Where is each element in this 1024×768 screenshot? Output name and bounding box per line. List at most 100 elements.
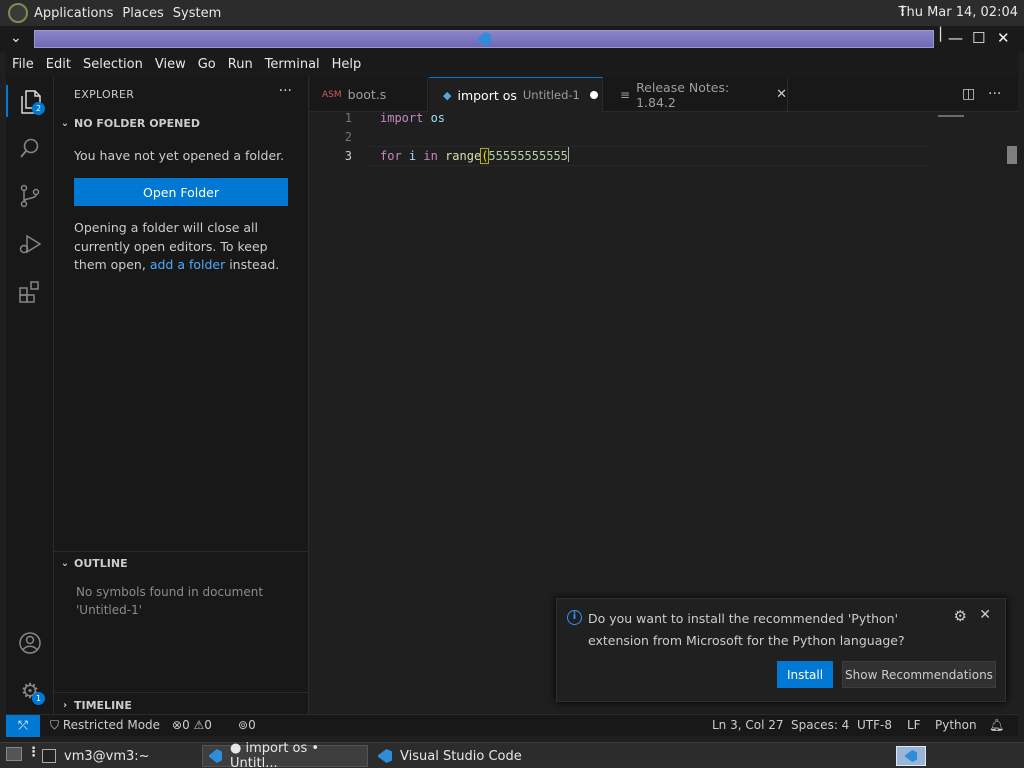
desktop: Applications Places System ⋮ Thu Mar 14,… <box>0 0 1024 768</box>
menu-selection[interactable]: Selection <box>77 57 149 72</box>
menu-run[interactable]: Run <box>222 57 259 72</box>
applications-menu[interactable]: Applications <box>34 6 113 21</box>
extension-recommendation-toast: i Do you want to install the recommended… <box>556 598 1006 702</box>
section-label: TIMELINE <box>74 698 132 712</box>
vscode-icon <box>378 749 392 763</box>
section-label: NO FOLDER OPENED <box>74 116 200 130</box>
more-actions-icon[interactable]: ··· <box>279 83 292 99</box>
explorer-badge: 2 <box>32 102 45 115</box>
taskbar-item-terminal[interactable]: vm3@vm3:~ <box>36 745 156 767</box>
dirty-indicator[interactable] <box>589 91 598 99</box>
minimap[interactable] <box>938 115 964 117</box>
activity-bar: 2 ⚙ 1 <box>6 77 54 714</box>
sidebar-title: EXPLORER <box>74 88 135 101</box>
menu-edit[interactable]: Edit <box>40 57 77 72</box>
extensions-icon[interactable] <box>17 279 43 305</box>
close-tab-icon[interactable]: ✕ <box>776 87 787 102</box>
menu-go[interactable]: Go <box>192 57 222 72</box>
tab-untitled-1[interactable]: ◆ import os Untitled-1 <box>429 77 603 112</box>
clock[interactable]: Thu Mar 14, 02:04 <box>899 5 1018 20</box>
title-separator: | <box>938 24 944 42</box>
account-icon[interactable] <box>17 630 43 656</box>
cursor-position[interactable]: Ln 3, Col 27 <box>712 718 784 732</box>
outline-section-header[interactable]: ⌄ OUTLINE <box>54 552 308 574</box>
taskbar: ⋮ vm3@vm3:~ ● import os • Untitl... Visu… <box>0 741 1024 768</box>
tab-boot-s[interactable]: ASM boot.s <box>310 77 428 112</box>
language-mode[interactable]: Python <box>935 718 977 732</box>
taskbar-label: vm3@vm3:~ <box>64 748 150 764</box>
keyword-token: for <box>380 149 402 163</box>
encoding-status[interactable]: UTF-8 <box>857 718 892 732</box>
chevron-down-icon: ⌄ <box>60 557 70 569</box>
tab-label: import os <box>457 87 517 103</box>
editor-more-actions-icon[interactable]: ··· <box>988 86 1001 102</box>
code-line-3[interactable]: 3 for i in range(55555555555 <box>310 147 930 166</box>
number-literal: 55555555555 <box>488 149 568 163</box>
problems-status[interactable]: ⊗0 ⚠0 <box>172 718 212 732</box>
open-folder-button[interactable]: Open Folder <box>74 178 288 206</box>
indentation-status[interactable]: Spaces: 4 <box>791 718 849 732</box>
menu-view[interactable]: View <box>149 57 192 72</box>
install-button[interactable]: Install <box>777 661 833 688</box>
text-cursor <box>567 147 569 162</box>
identifier-token: i <box>401 149 424 163</box>
workspace-switcher[interactable] <box>896 746 926 766</box>
python-file-icon: ◆ <box>443 88 452 102</box>
code-line-2[interactable]: 2 <box>310 128 930 147</box>
notifications-bell-icon[interactable]: 🔔︎ <box>989 718 1004 732</box>
error-icon: ⊗ <box>172 718 183 732</box>
source-control-icon[interactable] <box>17 183 43 209</box>
close-icon[interactable]: ✕ <box>997 29 1010 47</box>
show-desktop-icon[interactable] <box>6 747 22 761</box>
no-folder-section-header[interactable]: ⌄ NO FOLDER OPENED <box>54 112 308 134</box>
editor-tabs: ASM boot.s ◆ import os Untitled-1 ≡ Rele… <box>310 77 1018 112</box>
explorer-sidebar: EXPLORER ··· ⌄ NO FOLDER OPENED You have… <box>54 77 309 714</box>
restricted-mode-status[interactable]: ⛉ Restricted Mode <box>50 718 160 733</box>
taskbar-label: ● import os • Untitl... <box>230 741 320 768</box>
section-divider <box>54 692 308 693</box>
split-editor-icon[interactable]: ◫ <box>962 86 975 102</box>
places-menu[interactable]: Places <box>122 6 163 21</box>
remote-indicator-icon[interactable]: ⤱ <box>6 715 40 737</box>
code-line-1[interactable]: 1 import os <box>310 109 930 128</box>
menu-terminal[interactable]: Terminal <box>259 57 326 72</box>
vscode-icon <box>905 750 917 762</box>
broadcast-icon: ⊚ <box>238 718 249 732</box>
editor-scrollbar[interactable] <box>1007 146 1017 164</box>
warning-count: 0 <box>204 718 212 732</box>
menu-file[interactable]: File <box>6 57 40 72</box>
timeline-section-header[interactable]: › TIMELINE <box>54 694 308 716</box>
taskbar-item-vscode[interactable]: Visual Studio Code <box>372 745 528 767</box>
asm-file-icon: ASM <box>322 89 342 100</box>
tab-description: Untitled-1 <box>522 88 580 102</box>
maximize-icon[interactable]: ☐ <box>972 29 985 47</box>
taskbar-item-vscode-editor[interactable]: ● import os • Untitl... <box>202 741 368 768</box>
vscode-icon <box>477 32 491 46</box>
outline-message: No symbols found in document 'Untitled-1… <box>76 585 264 617</box>
menu-help[interactable]: Help <box>326 57 368 72</box>
window-menu-chevron-down-icon[interactable]: ⌄ <box>10 30 22 46</box>
tab-release-notes[interactable]: ≡ Release Notes: 1.84.2 ✕ <box>604 77 788 112</box>
info-text-end: instead. <box>225 257 280 272</box>
keyword-token: in <box>423 149 438 163</box>
show-recommendations-button[interactable]: Show Recommendations <box>842 661 996 688</box>
terminal-icon <box>42 749 56 763</box>
minimize-icon[interactable]: — <box>948 29 963 47</box>
eol-status[interactable]: LF <box>907 718 921 732</box>
distro-logo-icon[interactable] <box>8 3 28 23</box>
manage-badge: 1 <box>32 692 45 705</box>
toast-close-icon[interactable]: ✕ <box>979 607 991 623</box>
search-icon[interactable] <box>17 135 43 161</box>
no-folder-message: You have not yet opened a folder. <box>74 148 285 163</box>
shield-icon: ⛉ <box>50 718 63 732</box>
run-debug-icon[interactable] <box>17 231 43 257</box>
system-menu[interactable]: System <box>173 6 221 21</box>
info-icon: i <box>567 610 582 625</box>
add-folder-link[interactable]: add a folder <box>150 257 225 272</box>
ports-status[interactable]: ⊚0 <box>238 718 256 732</box>
window-title-area[interactable] <box>34 30 934 48</box>
toast-settings-gear-icon[interactable]: ⚙ <box>954 607 967 625</box>
line-number: 3 <box>344 149 352 163</box>
taskbar-label: Visual Studio Code <box>400 748 522 764</box>
chevron-right-icon: › <box>62 699 68 711</box>
